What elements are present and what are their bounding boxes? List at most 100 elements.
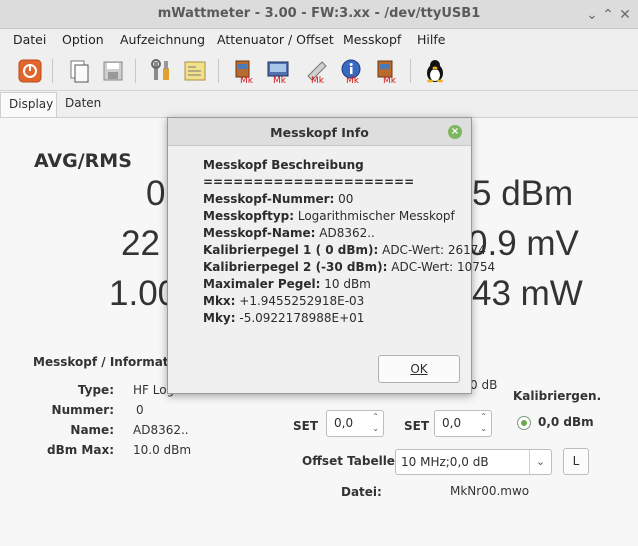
messkopf-information-title: Messkopf / Information xyxy=(33,355,190,369)
set1-label: SET xyxy=(293,419,319,433)
messkopf-d-mk-label: Mk xyxy=(383,76,397,84)
maximize-icon[interactable]: ⌃ xyxy=(600,7,616,23)
dialog-line-nummer: Messkopf-Nummer: 00 xyxy=(203,192,353,206)
tab-bar: Display Daten xyxy=(0,92,638,118)
dialog-value: 10 dBm xyxy=(320,277,371,291)
dialog-close-icon[interactable]: × xyxy=(448,125,462,139)
offset-tabelle-value: 10 MHz;0,0 dB xyxy=(401,455,489,469)
set2-up-icon[interactable]: ⌃ xyxy=(480,412,487,421)
dialog-key: Messkopftyp: xyxy=(203,209,295,223)
datei-value: MkNr00.mwo xyxy=(450,484,530,498)
readout-dbm: 5 dBm xyxy=(472,174,574,213)
messkopf-a-icon[interactable]: Mk xyxy=(231,58,257,86)
dialog-title: Messkopf Info xyxy=(270,125,369,140)
dialog-value: 00 xyxy=(334,192,354,206)
tools-icon[interactable] xyxy=(148,58,174,84)
messkopf-info-mk-label: Mk xyxy=(346,76,360,84)
readout-mv-left: 22 xyxy=(121,224,160,263)
ok-button[interactable]: OK xyxy=(378,355,460,383)
dialog-value: +1.9455252918E-03 xyxy=(235,294,365,308)
dialog-key: Messkopf-Nummer: xyxy=(203,192,335,206)
menu-bar: Datei Option Aufzeichnung Attenuator / O… xyxy=(0,29,638,51)
menu-attenuator-offset[interactable]: Attenuator / Offset xyxy=(217,32,334,47)
tab-display[interactable]: Display xyxy=(0,92,57,118)
avg-rms-title: AVG/RMS xyxy=(34,150,132,172)
name-value: AD8362.. xyxy=(133,423,189,437)
nummer-label: Nummer: xyxy=(51,403,114,417)
dialog-key: Messkopf-Name: xyxy=(203,226,316,240)
window-title: mWattmeter - 3.00 - FW:3.xx - /dev/ttyUS… xyxy=(157,6,481,21)
menu-aufzeichnung[interactable]: Aufzeichnung xyxy=(120,32,205,47)
messkopf-b-icon[interactable]: Mk xyxy=(265,58,291,86)
dialog-line-name: Messkopf-Name: AD8362.. xyxy=(203,226,375,240)
set1-spinbox[interactable]: 0,0 ⌃ ⌄ xyxy=(326,410,384,437)
toolbar-separator xyxy=(410,59,411,83)
menu-option[interactable]: Option xyxy=(62,32,104,47)
toolbar-separator xyxy=(218,59,219,83)
dialog-value: -5.0922178988E+01 xyxy=(235,311,365,325)
dialog-title-bar: Messkopf Info × xyxy=(168,118,471,146)
messkopf-d-icon[interactable]: Mk xyxy=(374,58,400,86)
offset-value-partial: 0 dB xyxy=(470,378,498,392)
title-bar: mWattmeter - 3.00 - FW:3.xx - /dev/ttyUS… xyxy=(0,0,638,29)
type-label: Type: xyxy=(77,383,114,397)
menu-datei[interactable]: Datei xyxy=(13,32,46,47)
minimize-icon[interactable]: ⌄ xyxy=(584,7,600,23)
load-l-button[interactable]: L xyxy=(563,448,589,475)
datei-label: Datei: xyxy=(341,485,382,499)
dialog-key: Kalibrierpegel 2 (-30 dBm): xyxy=(203,260,388,274)
offset-tabelle-label: Offset Tabelle xyxy=(302,454,395,468)
menu-hilfe[interactable]: Hilfe xyxy=(417,32,445,47)
dialog-line-kal1: Kalibrierpegel 1 ( 0 dBm): ADC-Wert: 261… xyxy=(203,243,486,257)
kalibriergen-value: 0,0 dBm xyxy=(538,415,594,429)
dialog-line-maxpegel: Maximaler Pegel: 10 dBm xyxy=(203,277,371,291)
save-icon[interactable] xyxy=(100,58,126,84)
toolbar: Mk Mk Mk Mk Mk xyxy=(0,51,638,91)
set2-spinbox[interactable]: 0,0 ⌃ ⌄ xyxy=(434,410,492,437)
tab-daten[interactable]: Daten xyxy=(57,92,113,118)
toolbar-separator xyxy=(135,59,136,83)
dialog-value: AD8362.. xyxy=(315,226,375,240)
messkopf-info-dialog: Messkopf Info × Messkopf Beschreibung ==… xyxy=(167,117,495,394)
ok-button-label: OK xyxy=(410,362,428,376)
chevron-down-icon[interactable]: ⌄ xyxy=(529,450,551,474)
dialog-line-typ: Messkopftyp: Logarithmischer Messkopf xyxy=(203,209,455,223)
dialog-key: Mky: xyxy=(203,311,236,325)
set2-label: SET xyxy=(404,419,430,433)
nummer-value: 0 xyxy=(136,403,144,417)
messkopf-a-mk-label: Mk xyxy=(240,76,254,84)
offset-tabelle-combo[interactable]: 10 MHz;0,0 dB ⌄ xyxy=(395,449,552,475)
dialog-heading: Messkopf Beschreibung xyxy=(203,158,364,172)
readout-dbm-left: 0 xyxy=(146,174,166,213)
name-label: Name: xyxy=(70,423,114,437)
menu-messkopf[interactable]: Messkopf xyxy=(343,32,401,47)
dialog-key: Maximaler Pegel: xyxy=(203,277,321,291)
kalibriergen-label: Kalibriergen. xyxy=(513,389,602,403)
copy-icon[interactable] xyxy=(66,58,92,84)
readout-mw: 43 mW xyxy=(472,274,583,313)
close-window-icon[interactable]: ✕ xyxy=(617,7,633,23)
set1-value: 0,0 xyxy=(334,416,354,430)
dialog-key: Mkx: xyxy=(203,294,236,308)
dialog-key: Kalibrierpegel 1 ( 0 dBm): xyxy=(203,243,379,257)
dialog-value: ADC-Wert: 10754 xyxy=(387,260,496,274)
dbm-max-value: 10.0 dBm xyxy=(133,443,192,457)
note-icon[interactable] xyxy=(182,58,208,84)
power-icon[interactable] xyxy=(17,58,43,84)
set1-down-icon[interactable]: ⌄ xyxy=(372,424,379,433)
dialog-line-mky: Mky: -5.0922178988E+01 xyxy=(203,311,364,325)
dbm-max-label: dBm Max: xyxy=(47,443,114,457)
dialog-value: Logarithmischer Messkopf xyxy=(294,209,455,223)
messkopf-c-mk-label: Mk xyxy=(311,76,325,84)
kalibriergen-radio[interactable] xyxy=(517,416,531,430)
dialog-separator: ===================== xyxy=(203,175,415,189)
dialog-line-mkx: Mkx: +1.9455252918E-03 xyxy=(203,294,364,308)
messkopf-b-mk-label: Mk xyxy=(273,76,287,84)
set2-down-icon[interactable]: ⌄ xyxy=(480,424,487,433)
toolbar-separator xyxy=(52,59,53,83)
dialog-value: ADC-Wert: 26174 xyxy=(378,243,486,257)
set1-up-icon[interactable]: ⌃ xyxy=(372,412,379,421)
linux-icon[interactable] xyxy=(422,58,448,84)
messkopf-info-icon[interactable]: Mk xyxy=(338,58,364,86)
messkopf-c-icon[interactable]: Mk xyxy=(304,58,330,86)
